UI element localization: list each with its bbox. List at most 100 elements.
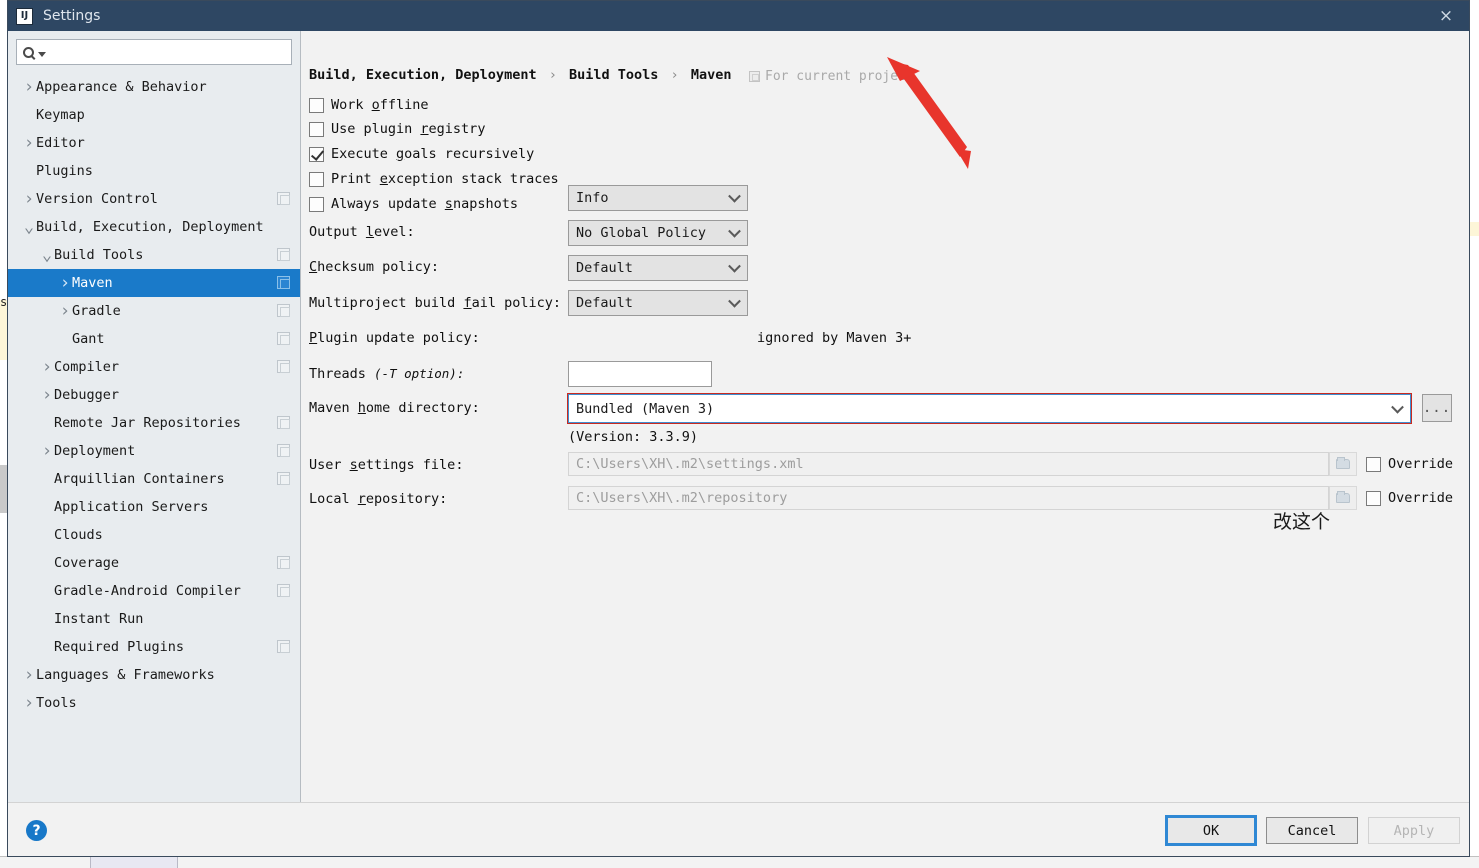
sidebar-item-editor[interactable]: › Editor bbox=[8, 129, 300, 157]
plugin-update-policy-note: ignored by Maven 3+ bbox=[757, 330, 912, 346]
sidebar-item-label: Gradle-Android Compiler bbox=[54, 583, 241, 599]
sidebar-item-gradle[interactable]: › Gradle bbox=[8, 297, 300, 325]
breadcrumb-part-1[interactable]: Build, Execution, Deployment bbox=[309, 67, 537, 83]
sidebar-item-instant-run[interactable]: Instant Run bbox=[8, 605, 300, 633]
chevron-down-icon bbox=[728, 189, 741, 203]
sidebar-item-required-plugins[interactable]: Required Plugins bbox=[8, 633, 300, 661]
checkbox-execute-goals-recursively[interactable]: Execute goals recursively bbox=[309, 146, 534, 162]
checkbox-work-offline[interactable]: Work offline bbox=[309, 97, 429, 113]
sidebar-item-build-tools[interactable]: ⌄ Build Tools bbox=[8, 241, 300, 269]
breadcrumb-separator-2: › bbox=[670, 67, 679, 83]
chevron-down-icon[interactable]: ⌄ bbox=[40, 247, 54, 264]
local-repository-override-checkbox[interactable]: Override bbox=[1366, 486, 1453, 510]
checkbox-box bbox=[309, 121, 324, 137]
checkbox-label: Work offline bbox=[331, 97, 429, 113]
close-icon[interactable]: × bbox=[1423, 1, 1469, 31]
background-right-strip bbox=[1469, 0, 1479, 868]
checkbox-label: Execute goals recursively bbox=[331, 146, 535, 162]
sidebar-item-label: Version Control bbox=[36, 191, 158, 207]
sidebar-item-remote-jar-repositories[interactable]: Remote Jar Repositories bbox=[8, 409, 300, 437]
sidebar-item-debugger[interactable]: › Debugger bbox=[8, 381, 300, 409]
chevron-right-icon[interactable]: › bbox=[58, 301, 72, 321]
sidebar-item-label: Deployment bbox=[54, 443, 136, 459]
search-input[interactable] bbox=[52, 43, 285, 61]
checkbox-print-exception-stack-traces[interactable]: Print exception stack traces bbox=[309, 171, 559, 187]
breadcrumb: Build, Execution, Deployment › Build Too… bbox=[309, 67, 731, 83]
chevron-right-icon[interactable]: › bbox=[40, 357, 54, 377]
local-repository-label: Local repository: bbox=[309, 491, 448, 507]
chevron-right-icon[interactable]: › bbox=[58, 273, 72, 293]
sidebar-item-version-control[interactable]: › Version Control bbox=[8, 185, 300, 213]
sidebar-item-compiler[interactable]: › Compiler bbox=[8, 353, 300, 381]
chevron-right-icon[interactable]: › bbox=[40, 385, 54, 405]
sidebar-item-gradle-android-compiler[interactable]: Gradle-Android Compiler bbox=[8, 577, 300, 605]
chevron-right-icon[interactable]: › bbox=[22, 189, 36, 209]
user-settings-override-checkbox[interactable]: Override bbox=[1366, 452, 1453, 476]
chevron-right-icon[interactable]: › bbox=[22, 77, 36, 97]
sidebar-item-label: Keymap bbox=[36, 107, 85, 123]
sidebar-item-clouds[interactable]: Clouds bbox=[8, 521, 300, 549]
sidebar-item-arquillian-containers[interactable]: Arquillian Containers bbox=[8, 465, 300, 493]
sidebar-item-build-execution-deployment[interactable]: ⌄ Build, Execution, Deployment bbox=[8, 213, 300, 241]
threads-input[interactable] bbox=[568, 361, 712, 387]
local-repository-folder-icon[interactable] bbox=[1329, 486, 1357, 510]
ok-button[interactable]: OK bbox=[1165, 815, 1257, 846]
chevron-right-icon[interactable]: › bbox=[40, 441, 54, 461]
breadcrumb-part-3[interactable]: Maven bbox=[691, 67, 732, 83]
multiproject-fail-policy-combobox[interactable]: Default bbox=[568, 255, 748, 281]
background-status-bar bbox=[0, 856, 1479, 868]
plugin-update-policy-label: Plugin update policy: bbox=[309, 330, 480, 346]
sidebar-item-coverage[interactable]: Coverage bbox=[8, 549, 300, 577]
settings-scope-icon bbox=[277, 640, 290, 653]
chevron-right-icon[interactable]: › bbox=[22, 665, 36, 685]
user-settings-label: User settings file: bbox=[309, 457, 464, 473]
sidebar-item-label: Compiler bbox=[54, 359, 120, 375]
plugin-update-policy-combobox[interactable]: Default bbox=[568, 290, 748, 316]
background-taskbar-tab[interactable] bbox=[90, 857, 178, 868]
chevron-right-icon[interactable]: › bbox=[22, 133, 36, 153]
help-icon[interactable]: ? bbox=[26, 820, 47, 841]
sidebar-item-label: Tools bbox=[36, 695, 77, 711]
sidebar-item-maven[interactable]: › Maven bbox=[8, 269, 300, 297]
checkbox-always-update-snapshots[interactable]: Always update snapshots bbox=[309, 196, 518, 212]
user-settings-folder-icon[interactable] bbox=[1329, 452, 1357, 476]
maven-home-combobox[interactable]: Bundled (Maven 3) bbox=[567, 393, 1412, 424]
settings-scope-icon bbox=[277, 472, 290, 485]
sidebar-item-gant[interactable]: Gant bbox=[8, 325, 300, 353]
chevron-down-icon bbox=[728, 259, 741, 273]
checksum-policy-label: Checksum policy: bbox=[309, 259, 440, 275]
sidebar-item-application-servers[interactable]: Application Servers bbox=[8, 493, 300, 521]
settings-scope-icon bbox=[277, 444, 290, 457]
sidebar-item-plugins[interactable]: Plugins bbox=[8, 157, 300, 185]
maven-version-note: (Version: 3.3.9) bbox=[568, 429, 699, 445]
search-box[interactable] bbox=[16, 39, 292, 65]
local-repository-field[interactable]: C:\Users\XH\.m2\repository bbox=[568, 486, 1329, 510]
user-settings-field[interactable]: C:\Users\XH\.m2\settings.xml bbox=[568, 452, 1329, 476]
output-level-value: Info bbox=[576, 190, 609, 206]
cancel-button[interactable]: Cancel bbox=[1266, 817, 1358, 844]
checkbox-use-plugin-registry[interactable]: Use plugin registry bbox=[309, 121, 485, 137]
settings-main-panel: Build, Execution, Deployment › Build Too… bbox=[301, 31, 1469, 802]
maven-home-browse-button[interactable]: ... bbox=[1422, 394, 1452, 422]
sidebar-item-appearance-behavior[interactable]: › Appearance & Behavior bbox=[8, 73, 300, 101]
chevron-right-icon[interactable]: › bbox=[22, 693, 36, 713]
sidebar-item-languages-frameworks[interactable]: › Languages & Frameworks bbox=[8, 661, 300, 689]
annotation-text: 改这个 bbox=[1273, 511, 1331, 533]
checksum-policy-combobox[interactable]: No Global Policy bbox=[568, 220, 748, 246]
sidebar-item-keymap[interactable]: Keymap bbox=[8, 101, 300, 129]
settings-scope-icon bbox=[277, 332, 290, 345]
multiproject-fail-policy-value: Default bbox=[576, 260, 633, 276]
chevron-down-icon[interactable]: ⌄ bbox=[22, 219, 36, 236]
sidebar-item-tools[interactable]: › Tools bbox=[8, 689, 300, 717]
sidebar-item-label: Coverage bbox=[54, 555, 120, 571]
search-icon[interactable] bbox=[23, 46, 46, 58]
checkbox-box bbox=[1366, 490, 1381, 506]
output-level-label: Output level: bbox=[309, 224, 415, 240]
checkbox-box bbox=[309, 97, 324, 113]
output-level-combobox[interactable]: Info bbox=[568, 185, 748, 211]
breadcrumb-part-2[interactable]: Build Tools bbox=[569, 67, 658, 83]
maven-home-value: Bundled (Maven 3) bbox=[576, 400, 715, 417]
checkbox-label: Use plugin registry bbox=[331, 121, 486, 137]
sidebar-item-deployment[interactable]: › Deployment bbox=[8, 437, 300, 465]
chevron-down-icon bbox=[728, 224, 741, 238]
